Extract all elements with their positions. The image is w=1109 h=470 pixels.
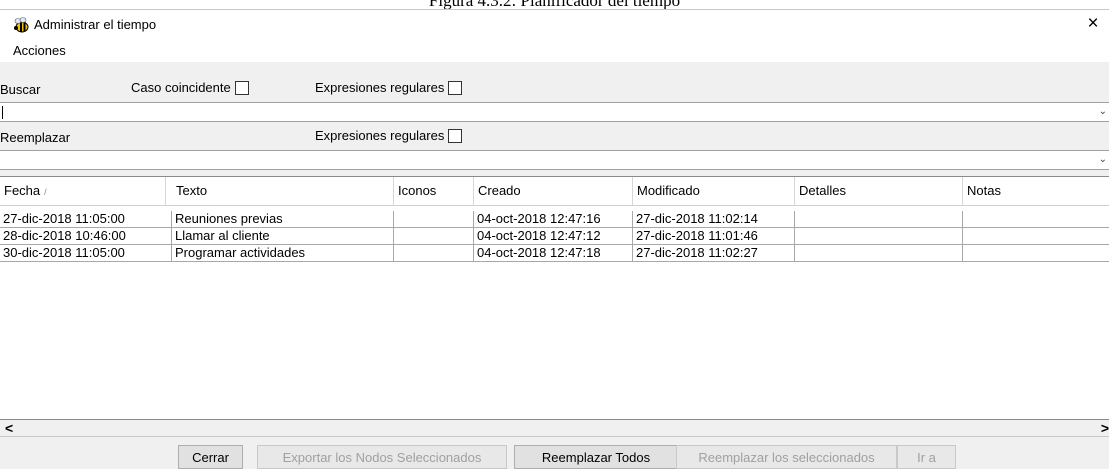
column-modificado[interactable]: Modificado xyxy=(633,177,795,205)
horizontal-scrollbar[interactable]: < > xyxy=(0,420,1109,437)
cell-modificado: 27-dic-2018 11:02:27 xyxy=(633,245,795,262)
cell-fecha: 27-dic-2018 11:05:00 xyxy=(0,211,172,228)
goto-button[interactable]: Ir a xyxy=(897,445,956,469)
menu-acciones[interactable]: Acciones xyxy=(13,43,66,58)
cell-detalles xyxy=(795,245,963,262)
cell-fecha: 28-dic-2018 10:46:00 xyxy=(0,228,172,245)
results-table: Fecha / Texto Iconos Creado Modificado De… xyxy=(0,176,1109,420)
text-caret xyxy=(2,106,3,119)
cell-texto: Llamar al cliente xyxy=(172,228,394,245)
chevron-down-icon[interactable]: ⌄ xyxy=(1099,106,1107,117)
column-detalles[interactable]: Detalles xyxy=(795,177,963,205)
search-regex-option: Expresiones regulares xyxy=(315,80,463,95)
cell-modificado: 27-dic-2018 11:01:46 xyxy=(633,228,795,245)
chevron-down-icon[interactable]: ⌄ xyxy=(1099,154,1107,165)
table-header: Fecha / Texto Iconos Creado Modificado De… xyxy=(0,177,1109,206)
replace-regex-label: Expresiones regulares xyxy=(315,128,445,143)
column-texto-label: Texto xyxy=(176,183,208,198)
replace-regex-option: Expresiones regulares xyxy=(315,128,463,143)
cell-creado: 04-oct-2018 12:47:16 xyxy=(474,211,633,228)
search-regex-label: Expresiones regulares xyxy=(315,80,445,95)
column-iconos[interactable]: Iconos xyxy=(394,177,474,205)
cell-texto: Reuniones previas xyxy=(172,211,394,228)
cell-modificado: 27-dic-2018 11:02:14 xyxy=(633,211,795,228)
search-input[interactable]: ⌄ xyxy=(0,102,1109,122)
menu-bar: Acciones xyxy=(0,40,1109,62)
case-sensitive-option: Caso coincidente xyxy=(131,80,249,95)
replace-selected-button[interactable]: Reemplazar los seleccionados xyxy=(676,445,897,469)
replace-label: Reemplazar xyxy=(0,130,71,145)
close-button[interactable]: Cerrar xyxy=(178,445,243,469)
replace-regex-checkbox[interactable] xyxy=(448,128,463,143)
manage-time-window: Administrar el tiempo × Acciones Buscar … xyxy=(0,9,1109,469)
case-sensitive-label: Caso coincidente xyxy=(131,80,231,95)
cell-creado: 04-oct-2018 12:47:18 xyxy=(474,245,633,262)
cell-detalles xyxy=(795,228,963,245)
window-title: Administrar el tiempo xyxy=(34,17,157,32)
search-regex-checkbox[interactable] xyxy=(448,80,463,95)
cell-fecha: 30-dic-2018 11:05:00 xyxy=(0,245,172,262)
cell-iconos xyxy=(394,245,474,262)
cell-notas xyxy=(963,228,1109,245)
table-row[interactable]: 28-dic-2018 10:46:00 Llamar al cliente 0… xyxy=(0,228,1109,245)
table-row[interactable]: 27-dic-2018 11:05:00 Reuniones previas 0… xyxy=(0,211,1109,228)
figure-caption: Figura 4.3.2: Planificador del tiempo xyxy=(428,0,681,10)
case-sensitive-checkbox[interactable] xyxy=(234,80,249,95)
column-notas-label: Notas xyxy=(967,183,1001,198)
scroll-right-icon[interactable]: > xyxy=(1101,420,1109,436)
column-detalles-label: Detalles xyxy=(799,183,846,198)
column-fecha-label: Fecha xyxy=(4,183,41,198)
table-row[interactable]: 30-dic-2018 11:05:00 Programar actividad… xyxy=(0,245,1109,262)
column-fecha[interactable]: Fecha / xyxy=(0,177,166,205)
column-creado-label: Creado xyxy=(478,183,521,198)
column-texto[interactable]: Texto xyxy=(172,177,394,205)
cell-iconos xyxy=(394,228,474,245)
column-modificado-label: Modificado xyxy=(637,183,700,198)
column-iconos-label: Iconos xyxy=(398,183,437,198)
export-selected-button[interactable]: Exportar los Nodos Seleccionados xyxy=(257,445,507,469)
cell-iconos xyxy=(394,211,474,228)
title-bar: Administrar el tiempo × xyxy=(0,10,1109,40)
cell-notas xyxy=(963,211,1109,228)
cell-creado: 04-oct-2018 12:47:12 xyxy=(474,228,633,245)
search-label: Buscar xyxy=(0,82,41,97)
scroll-left-icon[interactable]: < xyxy=(5,420,13,436)
cell-notas xyxy=(963,245,1109,262)
cell-texto: Programar actividades xyxy=(172,245,394,262)
close-window-button[interactable]: × xyxy=(1081,13,1105,35)
bee-icon xyxy=(12,17,30,33)
cell-detalles xyxy=(795,211,963,228)
replace-input[interactable]: ⌄ xyxy=(0,150,1109,170)
column-creado[interactable]: Creado xyxy=(474,177,633,205)
replace-all-button[interactable]: Reemplazar Todos xyxy=(514,445,678,469)
column-notas[interactable]: Notas xyxy=(963,177,1109,205)
sort-icon: / xyxy=(44,187,47,197)
